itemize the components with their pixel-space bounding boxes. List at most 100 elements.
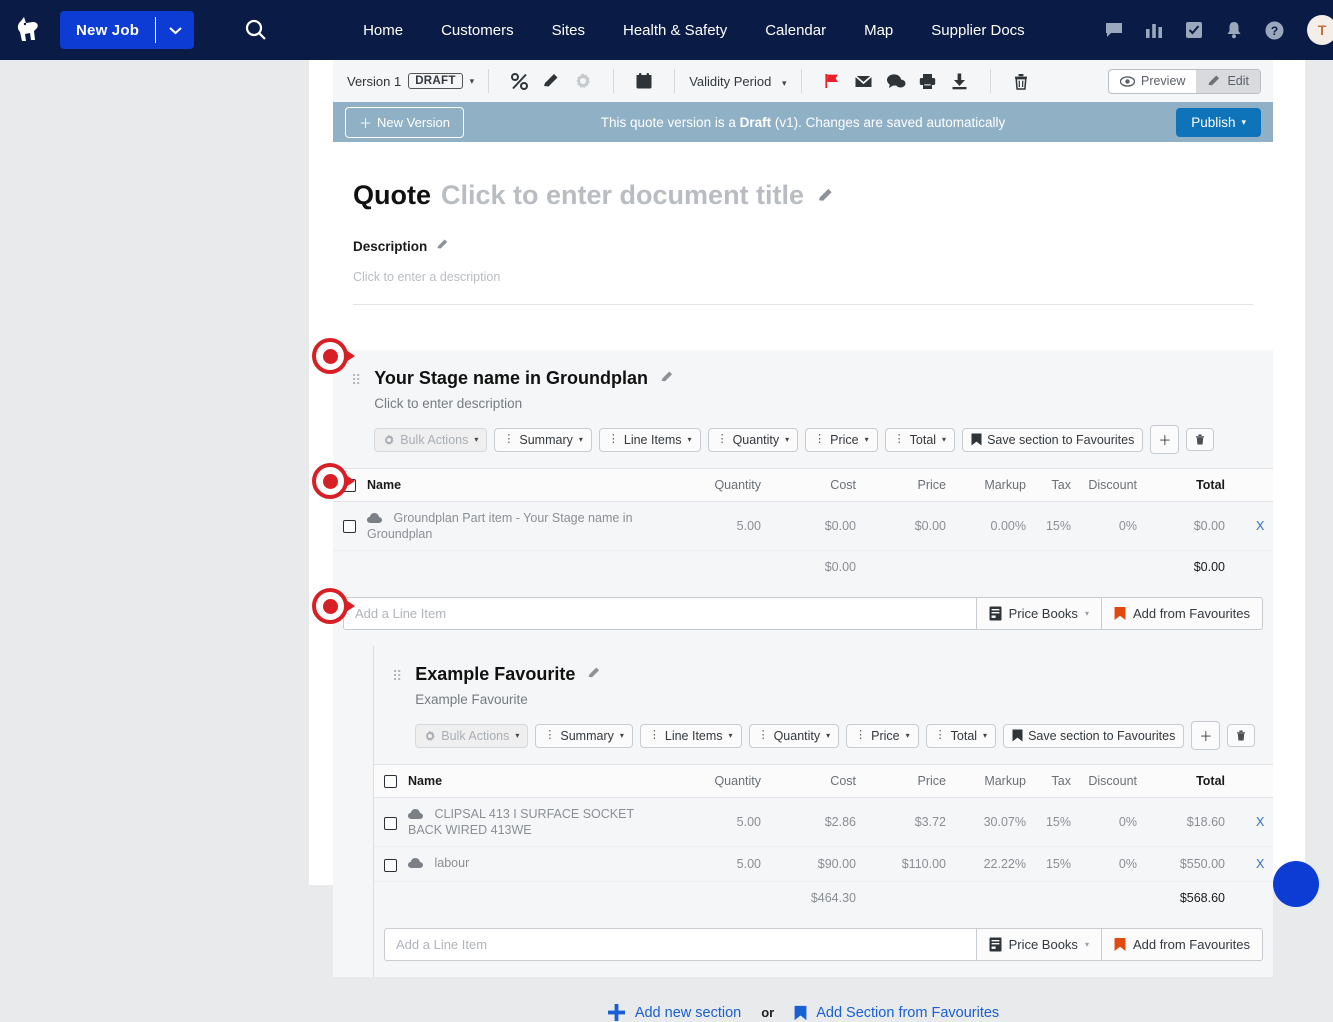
add-from-favourites-button[interactable]: Add from Favourites xyxy=(1102,928,1263,961)
add-line-item-input[interactable]: Add a Line Item xyxy=(343,597,977,630)
percent-icon[interactable] xyxy=(506,72,532,91)
nav-link-sites[interactable]: Sites xyxy=(533,22,604,39)
quantity-dropdown[interactable]: ⋮ Quantity ▾ xyxy=(749,724,840,748)
section-description[interactable]: Example Favourite xyxy=(415,692,1255,707)
row-checkbox[interactable] xyxy=(384,817,397,830)
version-chevron-down-icon[interactable]: ▾ xyxy=(470,76,475,87)
price-dropdown[interactable]: ⋮ Price ▾ xyxy=(805,428,878,452)
new-job-button[interactable]: New Job xyxy=(60,11,194,49)
nav-link-supplier-docs[interactable]: Supplier Docs xyxy=(912,22,1043,39)
new-version-button[interactable]: ＋ New Version xyxy=(345,107,464,138)
table-row[interactable]: labour 5.00 $90.00 $110.00 22.22% 15% 0%… xyxy=(374,847,1273,882)
row-checkbox[interactable] xyxy=(384,859,397,872)
chat-widget-button[interactable] xyxy=(1273,861,1319,907)
bulk-actions-dropdown[interactable]: Bulk Actions ▾ xyxy=(415,724,528,748)
line-item-discount[interactable]: 0% xyxy=(1071,502,1137,551)
nav-link-map[interactable]: Map xyxy=(845,22,912,39)
line-item-quantity[interactable]: 5.00 xyxy=(656,502,761,551)
add-line-item-input[interactable]: Add a Line Item xyxy=(384,928,977,961)
price-books-dropdown[interactable]: Price Books ▾ xyxy=(977,928,1102,961)
drag-handle-icon[interactable]: ⠿ xyxy=(351,373,361,387)
delete-section-button[interactable] xyxy=(1227,724,1255,747)
nav-link-calendar[interactable]: Calendar xyxy=(746,22,845,39)
line-item-discount[interactable]: 0% xyxy=(1071,847,1137,882)
email-icon[interactable] xyxy=(851,72,877,91)
line-items-dropdown[interactable]: ⋮ Line Items ▾ xyxy=(640,724,742,748)
print-icon[interactable] xyxy=(915,72,941,91)
calendar-icon[interactable] xyxy=(631,72,657,90)
trash-icon[interactable] xyxy=(1008,72,1034,91)
line-item-tax[interactable]: 15% xyxy=(1026,798,1071,847)
total-dropdown[interactable]: ⋮ Total ▾ xyxy=(926,724,996,748)
avatar[interactable]: T xyxy=(1307,15,1333,45)
nav-link-customers[interactable]: Customers xyxy=(422,22,533,39)
save-section-to-favourites-button[interactable]: Save section to Favourites xyxy=(1003,724,1184,748)
settings-gear-icon[interactable] xyxy=(570,72,596,90)
add-section-item-button[interactable]: ＋ xyxy=(1191,721,1220,750)
line-item-quantity[interactable]: 5.00 xyxy=(656,847,761,882)
bulk-actions-dropdown[interactable]: Bulk Actions ▾ xyxy=(374,428,487,452)
publish-button[interactable]: Publish ▾ xyxy=(1176,108,1261,137)
table-row[interactable]: Groundplan Part item - Your Stage name i… xyxy=(333,502,1273,551)
add-section-from-favourites-button[interactable]: Add Section from Favourites xyxy=(794,1005,999,1021)
remove-line-item-button[interactable]: X xyxy=(1247,815,1264,829)
line-item-tax[interactable]: 15% xyxy=(1026,847,1071,882)
description-placeholder[interactable]: Click to enter a description xyxy=(353,270,1253,284)
remove-line-item-button[interactable]: X xyxy=(1247,857,1264,871)
line-item-quantity[interactable]: 5.00 xyxy=(656,798,761,847)
download-icon[interactable] xyxy=(947,72,973,91)
edit-pencil-icon[interactable] xyxy=(436,238,449,254)
comment-icon[interactable] xyxy=(883,72,909,91)
edit-pencil-icon[interactable] xyxy=(660,368,674,389)
line-item-markup[interactable]: 0.00% xyxy=(946,502,1026,551)
line-items-dropdown[interactable]: ⋮ Line Items ▾ xyxy=(599,428,701,452)
chat-icon[interactable] xyxy=(1103,19,1125,41)
remove-line-item-button[interactable]: X xyxy=(1247,519,1264,533)
reports-bar-chart-icon[interactable] xyxy=(1143,19,1165,41)
summary-dropdown[interactable]: ⋮ Summary ▾ xyxy=(535,724,633,748)
edit-pencil-icon[interactable] xyxy=(538,72,564,90)
chevron-down-icon[interactable] xyxy=(156,11,194,49)
line-item-price[interactable]: $0.00 xyxy=(856,502,946,551)
select-all-checkbox[interactable] xyxy=(384,775,397,788)
quantity-dropdown[interactable]: ⋮ Quantity ▾ xyxy=(708,428,799,452)
preview-button[interactable]: Preview xyxy=(1109,70,1196,93)
line-item-cost[interactable]: $2.86 xyxy=(761,798,856,847)
line-item-cost[interactable]: $0.00 xyxy=(761,502,856,551)
bulk-actions-label: Bulk Actions xyxy=(441,729,509,743)
validity-period-dropdown[interactable]: Validity Period ▾ xyxy=(689,74,786,89)
line-item-discount[interactable]: 0% xyxy=(1071,798,1137,847)
save-section-to-favourites-button[interactable]: Save section to Favourites xyxy=(962,428,1143,452)
line-item-markup[interactable]: 22.22% xyxy=(946,847,1026,882)
flag-icon[interactable] xyxy=(819,72,845,90)
document-title-placeholder[interactable]: Click to enter document title xyxy=(441,180,804,211)
line-item-price[interactable]: $3.72 xyxy=(856,798,946,847)
price-dropdown[interactable]: ⋮ Price ▾ xyxy=(846,724,919,748)
total-dropdown[interactable]: ⋮ Total ▾ xyxy=(885,428,955,452)
line-item-price[interactable]: $110.00 xyxy=(856,847,946,882)
delete-section-button[interactable] xyxy=(1186,428,1214,451)
edit-pencil-icon[interactable] xyxy=(587,664,601,685)
table-row[interactable]: CLIPSAL 413 I SURFACE SOCKET BACK WIRED … xyxy=(374,798,1273,847)
price-books-icon xyxy=(989,937,1002,952)
tasks-checkbox-icon[interactable] xyxy=(1183,19,1205,41)
line-item-cost[interactable]: $90.00 xyxy=(761,847,856,882)
section-description[interactable]: Click to enter description xyxy=(374,396,1255,411)
nav-link-health-and-safety[interactable]: Health & Safety xyxy=(604,22,746,39)
line-item-markup[interactable]: 30.07% xyxy=(946,798,1026,847)
add-new-section-button[interactable]: Add new section xyxy=(607,1003,741,1022)
add-from-favourites-button[interactable]: Add from Favourites xyxy=(1102,597,1263,630)
edit-pencil-icon[interactable] xyxy=(817,187,834,204)
summary-dropdown[interactable]: ⋮ Summary ▾ xyxy=(494,428,592,452)
search-icon[interactable] xyxy=(236,10,276,50)
edit-button[interactable]: Edit xyxy=(1196,70,1260,93)
help-question-icon[interactable]: ? xyxy=(1263,19,1285,41)
line-item-tax[interactable]: 15% xyxy=(1026,502,1071,551)
notifications-bell-icon[interactable] xyxy=(1223,19,1245,41)
dog-logo-icon[interactable] xyxy=(0,15,56,45)
price-books-dropdown[interactable]: Price Books ▾ xyxy=(977,597,1102,630)
add-section-item-button[interactable]: ＋ xyxy=(1150,425,1179,454)
row-checkbox[interactable] xyxy=(343,520,356,533)
drag-handle-icon[interactable]: ⠿ xyxy=(392,669,402,683)
nav-link-home[interactable]: Home xyxy=(344,22,422,39)
